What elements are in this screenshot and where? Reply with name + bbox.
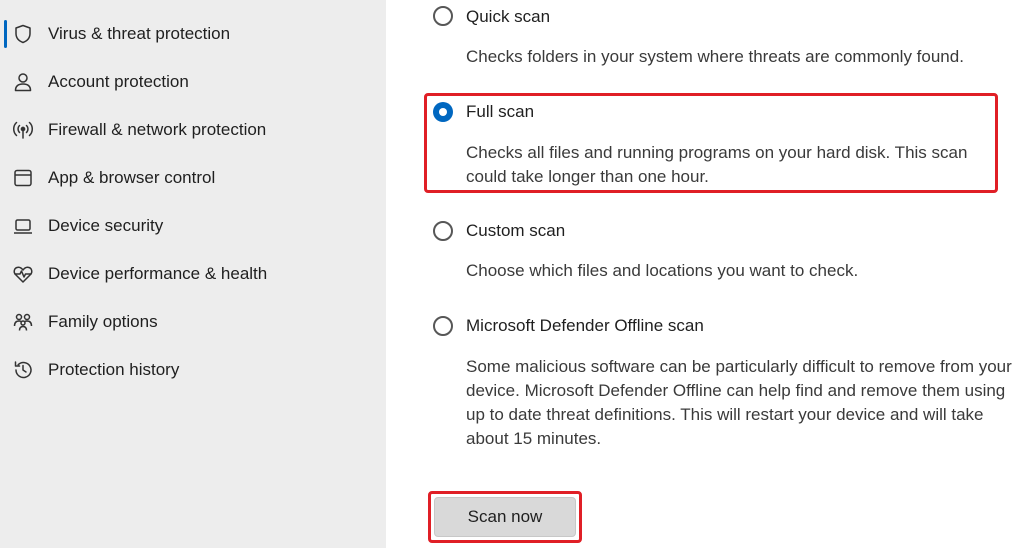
- sidebar-item-device-performance-health[interactable]: Device performance & health: [0, 253, 386, 293]
- person-icon: [12, 71, 34, 93]
- quick-scan-radio[interactable]: [433, 6, 453, 26]
- laptop-icon: [12, 215, 34, 237]
- heart-pulse-icon: [12, 263, 34, 285]
- sidebar-item-label: Family options: [48, 312, 158, 331]
- app-window-icon: [12, 167, 34, 189]
- defender-offline-scan-description: Some malicious software can be particula…: [466, 357, 1012, 448]
- sidebar-item-label: Device security: [48, 216, 164, 235]
- defender-offline-scan-title[interactable]: Microsoft Defender Offline scan: [466, 315, 704, 337]
- custom-scan-title[interactable]: Custom scan: [466, 220, 565, 242]
- sidebar-item-label: Account protection: [48, 72, 189, 91]
- scan-now-button[interactable]: Scan now: [434, 497, 576, 537]
- sidebar-item-device-security[interactable]: Device security: [0, 205, 386, 245]
- sidebar-item-label: Virus & threat protection: [48, 24, 231, 43]
- quick-scan-description: Checks folders in your system where thre…: [466, 47, 964, 66]
- sidebar-item-firewall-network-protection[interactable]: Firewall & network protection: [0, 109, 386, 149]
- sidebar-item-account-protection[interactable]: Account protection: [0, 61, 386, 101]
- sidebar-item-label: Protection history: [48, 360, 180, 379]
- sidebar-item-label: Device performance & health: [48, 264, 268, 283]
- quick-scan-title[interactable]: Quick scan: [466, 6, 550, 28]
- sidebar-item-family-options[interactable]: Family options: [0, 301, 386, 341]
- sidebar-item-label: Firewall & network protection: [48, 120, 267, 139]
- wireless-icon: [12, 119, 34, 141]
- sidebar-item-app-browser-control[interactable]: App & browser control: [0, 157, 386, 197]
- custom-scan-radio[interactable]: [433, 221, 453, 241]
- shield-icon: [12, 23, 34, 45]
- sidebar-item-virus-threat-protection[interactable]: Virus & threat protection: [0, 13, 386, 53]
- full-scan-highlight: [424, 93, 998, 193]
- defender-offline-scan-radio[interactable]: [433, 316, 453, 336]
- history-icon: [12, 359, 34, 381]
- family-icon: [12, 311, 34, 333]
- sidebar-item-label: App & browser control: [48, 168, 216, 187]
- sidebar-item-protection-history[interactable]: Protection history: [0, 349, 386, 389]
- sidebar: Virus & threat protection Account protec…: [0, 0, 386, 548]
- custom-scan-description: Choose which files and locations you wan…: [466, 261, 859, 280]
